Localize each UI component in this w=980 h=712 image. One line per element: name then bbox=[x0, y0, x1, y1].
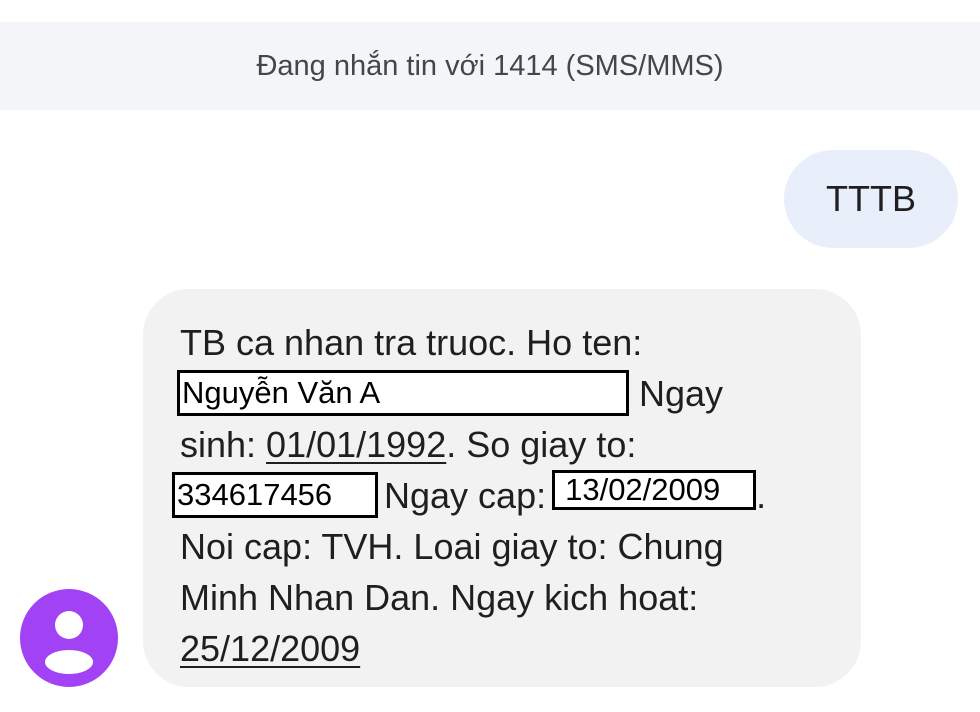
issue-date-label: Ngay cap: bbox=[384, 475, 547, 516]
message-text: Minh Nhan Dan. Ngay kich hoat: bbox=[180, 577, 699, 618]
message-line: TB ca nhan tra truoc. Ho ten: bbox=[180, 317, 831, 368]
subscriber-name: Nguyễn Văn A bbox=[182, 375, 381, 411]
issue-date: 13/02/2009 bbox=[565, 472, 721, 508]
person-icon bbox=[45, 611, 93, 674]
date-of-birth-link[interactable]: 01/01/1992 bbox=[266, 424, 446, 465]
message-line: 25/12/2009 bbox=[180, 623, 831, 674]
message-text: Ngay bbox=[639, 373, 724, 414]
message-line: Noi cap: TVH. Loai giay to: Chung bbox=[180, 521, 831, 572]
message-text: . So giay to: bbox=[446, 424, 637, 465]
message-line: 334617456 Ngay cap: 13/02/2009. bbox=[172, 470, 831, 521]
issue-date-redaction-box: 13/02/2009 bbox=[552, 470, 757, 511]
message-text: Noi cap: TVH. Loai giay to: Chung bbox=[180, 526, 724, 567]
activation-date-link[interactable]: 25/12/2009 bbox=[180, 628, 360, 669]
id-redaction-box: 334617456 bbox=[172, 472, 378, 519]
contact-avatar[interactable] bbox=[20, 589, 118, 687]
outgoing-message-bubble[interactable]: TTTB bbox=[784, 150, 958, 248]
message-line: Minh Nhan Dan. Ngay kich hoat: bbox=[180, 572, 831, 623]
message-line: sinh: 01/01/1992. So giay to: bbox=[180, 419, 831, 470]
message-line: Nguyễn Văn A Ngay bbox=[177, 368, 831, 419]
conversation-title: Đang nhắn tin với 1414 (SMS/MMS) bbox=[256, 49, 724, 82]
dob-label: sinh: bbox=[180, 424, 267, 465]
incoming-message-bubble[interactable]: TB ca nhan tra truoc. Ho ten: Nguyễn Văn… bbox=[143, 289, 861, 687]
name-redaction-box: Nguyễn Văn A bbox=[177, 370, 629, 417]
id-number: 334617456 bbox=[177, 477, 333, 513]
message-text: . bbox=[756, 475, 767, 516]
outgoing-message-text: TTTB bbox=[826, 178, 916, 219]
message-text: TB ca nhan tra truoc. Ho ten: bbox=[180, 322, 643, 363]
conversation-header: Đang nhắn tin với 1414 (SMS/MMS) bbox=[0, 22, 980, 110]
